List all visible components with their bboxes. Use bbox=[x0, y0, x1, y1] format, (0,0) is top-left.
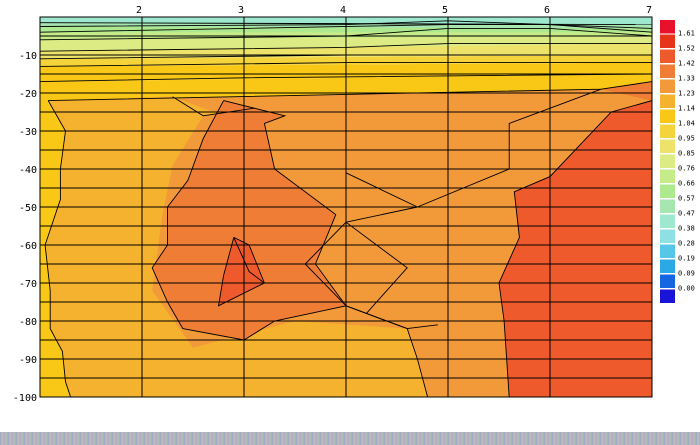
legend-label: 1.42 bbox=[678, 60, 695, 68]
legend-label: 0.38 bbox=[678, 225, 695, 233]
legend-swatch bbox=[660, 109, 675, 123]
legend-swatch bbox=[660, 154, 675, 168]
legend-swatch bbox=[660, 49, 675, 63]
legend-swatch bbox=[660, 169, 675, 183]
legend-swatch bbox=[660, 64, 675, 78]
legend-swatch bbox=[660, 94, 675, 108]
legend-swatch bbox=[660, 274, 675, 288]
y-tick-label: -30 bbox=[19, 127, 37, 138]
contour-chart: 2 3 4 5 6 7 -10 -20 -30 -40 -50 -60 -70 -80 -90 -100 1.… bbox=[13, 5, 695, 404]
legend-label: 1.52 bbox=[678, 45, 695, 53]
y-tick-label: -80 bbox=[19, 317, 37, 328]
color-legend: 1.61 1.52 1.42 1.33 1.23 1.14 1.04 0.95 0.85 0.76… bbox=[660, 20, 695, 303]
y-tick-label: -10 bbox=[19, 51, 37, 62]
plot-area: 2 3 4 5 6 7 -10 -20 -30 -40 -50 -60 -70 -80 -90 -100 bbox=[13, 5, 653, 404]
legend-label: 0.85 bbox=[678, 150, 695, 158]
x-tick-label: 2 bbox=[136, 5, 142, 16]
legend-swatch bbox=[660, 289, 675, 303]
legend-swatch bbox=[660, 124, 675, 138]
x-tick-label: 3 bbox=[238, 5, 244, 16]
y-tick-label: -20 bbox=[19, 89, 37, 100]
y-tick-label: -100 bbox=[13, 393, 37, 404]
legend-label: 0.47 bbox=[678, 210, 695, 218]
legend-swatch bbox=[660, 214, 675, 228]
y-tick-label: -70 bbox=[19, 279, 37, 290]
y-tick-label: -90 bbox=[19, 355, 37, 366]
plot-content bbox=[40, 17, 652, 397]
y-tick-label: -40 bbox=[19, 165, 37, 176]
legend-swatch bbox=[660, 34, 675, 48]
x-tick-label: 6 bbox=[544, 5, 550, 16]
legend-label: 0.28 bbox=[678, 240, 695, 248]
bottom-noise-strip bbox=[0, 432, 700, 445]
legend-swatch bbox=[660, 229, 675, 243]
legend-label: 0.76 bbox=[678, 165, 695, 173]
legend-label: 0.66 bbox=[678, 180, 695, 188]
legend-label: 1.04 bbox=[678, 120, 695, 128]
legend-swatch bbox=[660, 184, 675, 198]
legend-label: 0.19 bbox=[678, 255, 695, 263]
legend-swatch bbox=[660, 79, 675, 93]
legend-swatch-top bbox=[660, 20, 675, 34]
legend-label: 0.00 bbox=[678, 285, 695, 293]
x-tick-label: 5 bbox=[442, 5, 448, 16]
legend-label: 0.95 bbox=[678, 135, 695, 143]
legend-label: 1.23 bbox=[678, 90, 695, 98]
legend-label: 1.14 bbox=[678, 105, 695, 113]
legend-label: 1.33 bbox=[678, 75, 695, 83]
legend-label: 0.57 bbox=[678, 195, 695, 203]
legend-label: 1.61 bbox=[678, 30, 695, 38]
legend-swatch bbox=[660, 139, 675, 153]
y-tick-label: -50 bbox=[19, 203, 37, 214]
x-tick-label: 4 bbox=[340, 5, 346, 16]
legend-swatch bbox=[660, 259, 675, 273]
legend-label: 0.09 bbox=[678, 270, 695, 278]
legend-swatch bbox=[660, 199, 675, 213]
x-tick-label: 7 bbox=[646, 5, 652, 16]
y-tick-label: -60 bbox=[19, 241, 37, 252]
legend-swatch bbox=[660, 244, 675, 258]
